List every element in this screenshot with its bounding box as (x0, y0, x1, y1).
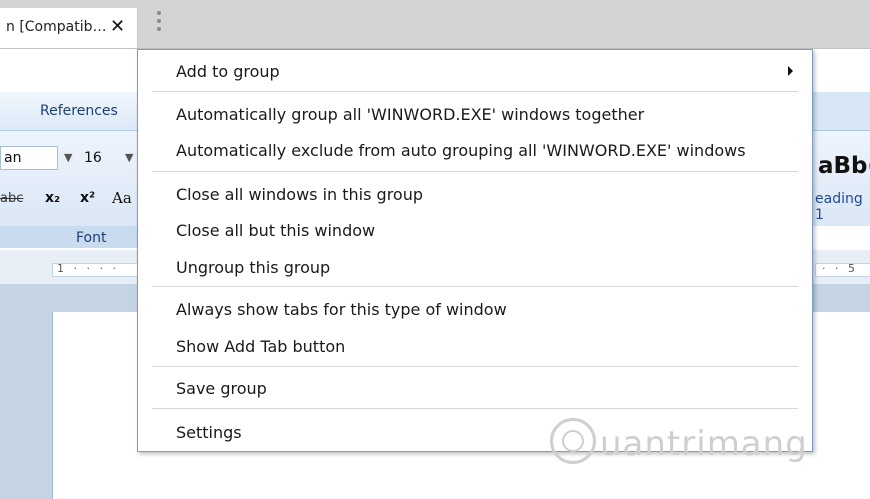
tab-title: n [Compatib… (6, 19, 107, 35)
font-size-value[interactable]: 16 (84, 150, 102, 166)
ruler-ticks-right: · · 5 (822, 262, 858, 275)
watermark-text: uantrimang (600, 424, 808, 464)
superscript-button[interactable]: x² (80, 190, 95, 206)
font-size-dropdown-icon[interactable]: ▼ (125, 151, 133, 164)
window-tab[interactable]: n [Compatib… ✕ (0, 8, 138, 48)
menu-separator (152, 408, 798, 409)
tab-bar: n [Compatib… ✕ (0, 0, 870, 49)
watermark-logo-inner-icon (562, 430, 584, 452)
font-name-value: an (4, 150, 22, 166)
tab-references-label: References (40, 103, 118, 119)
menu-item-ungroup[interactable]: Ungroup this group (176, 258, 330, 277)
submenu-arrow-icon (788, 66, 793, 76)
context-menu: Add to group Automatically group all 'WI… (137, 49, 813, 452)
subscript-button[interactable]: x₂ (45, 190, 60, 206)
close-icon[interactable]: ✕ (110, 16, 125, 37)
strikethrough-button[interactable]: abc (0, 191, 23, 206)
menu-separator (152, 286, 798, 287)
font-name-dropdown-icon[interactable]: ▼ (64, 151, 72, 164)
font-group-bar (0, 226, 137, 248)
menu-item-auto-exclude[interactable]: Automatically exclude from auto grouping… (176, 141, 746, 160)
font-group-label: Font (76, 230, 107, 246)
style-name: eading 1 (815, 191, 863, 223)
menu-separator (152, 91, 798, 92)
menu-separator (152, 171, 798, 172)
ruler-ticks-left: 1 · · · · (57, 262, 119, 275)
more-options-icon[interactable] (155, 11, 163, 37)
change-case-button[interactable]: Aa (112, 189, 132, 207)
menu-item-save-group[interactable]: Save group (176, 379, 267, 398)
menu-item-add-to-group[interactable]: Add to group (176, 62, 280, 81)
menu-item-always-show-tabs[interactable]: Always show tabs for this type of window (176, 300, 507, 319)
menu-item-show-add-tab[interactable]: Show Add Tab button (176, 337, 345, 356)
menu-separator (152, 366, 798, 367)
style-preview[interactable]: aBb( (818, 153, 870, 179)
menu-item-settings[interactable]: Settings (176, 423, 242, 442)
menu-item-close-all-in-group[interactable]: Close all windows in this group (176, 185, 423, 204)
menu-item-close-all-but-this[interactable]: Close all but this window (176, 221, 375, 240)
menu-item-auto-group[interactable]: Automatically group all 'WINWORD.EXE' wi… (176, 105, 644, 124)
